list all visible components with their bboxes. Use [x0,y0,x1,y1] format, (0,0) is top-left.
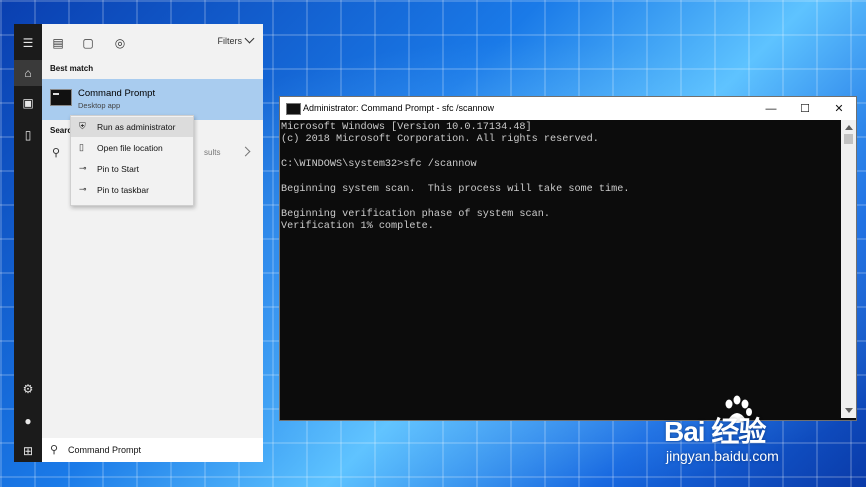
pin-icon: ⊸ [79,163,87,173]
scroll-up-arrow-icon[interactable] [845,125,853,130]
vertical-scrollbar[interactable] [841,120,856,418]
start-menu-panel: ▤ ▢ ◎ Filters Best match Command Prompt … [42,24,263,462]
console-output[interactable]: Microsoft Windows [Version 10.0.17134.48… [280,120,840,420]
search-icon: ⚲ [50,444,59,456]
apps-scope-icon[interactable]: ▤ [50,35,66,51]
filters-dropdown[interactable]: Filters [217,33,255,46]
best-match-result[interactable]: Command Prompt Desktop app [42,79,263,120]
close-button[interactable]: ✕ [822,97,856,120]
console-line: Beginning verification phase of system s… [281,208,550,220]
minimize-button[interactable]: — [754,97,788,120]
taskbar-search-box[interactable]: ⚲ Command Prompt [42,438,263,462]
home-icon[interactable]: ⌂ [14,60,42,86]
hamburger-menu-icon[interactable]: ☰ [14,30,42,56]
documents-icon[interactable]: ▣ [14,90,42,116]
settings-gear-icon[interactable]: ⚙ [14,376,42,402]
menu-item-label: Pin to Start [97,164,140,174]
search-icon: ⚲ [52,147,61,159]
search-web-heading: Searc [50,126,72,135]
scrollbar-thumb[interactable] [844,134,853,144]
documents-scope-icon[interactable]: ▢ [80,35,96,51]
start-menu-rail: ☰ ⌂ ▣ ▯ ⚙ ● ⊞ [14,24,42,462]
command-prompt-window[interactable]: Administrator: Command Prompt - sfc /sca… [279,96,857,421]
search-input-value[interactable]: Command Prompt [68,445,141,455]
windows-logo-icon[interactable]: ⊞ [14,438,42,464]
window-titlebar[interactable]: Administrator: Command Prompt - sfc /sca… [280,97,856,120]
filters-label: Filters [217,36,243,46]
maximize-button[interactable]: ☐ [788,97,822,120]
menu-item-run-as-administrator[interactable]: ⛨ Run as administrator [71,117,193,137]
file-location-icon: ▯ [79,142,84,152]
result-name: Command Prompt [78,88,156,99]
menu-item-pin-to-taskbar[interactable]: ⊸ Pin to taskbar [71,180,193,200]
console-line: Verification 1% complete. [281,221,434,233]
console-line: C:\WINDOWS\system32>sfc /scannow [281,159,477,171]
console-line: Beginning system scan. This process will… [281,183,630,195]
menu-item-label: Open file location [97,143,163,153]
command-prompt-app-icon [50,89,72,106]
context-menu: ⛨ Run as administrator ▯ Open file locat… [70,115,194,206]
chevron-down-icon [244,33,255,44]
web-scope-globe-icon[interactable]: ◎ [112,35,128,51]
menu-item-label: Pin to taskbar [97,185,149,195]
menu-item-label: Run as administrator [97,122,176,132]
baidu-watermark: Bai 经验 jingyan.baidu.com [664,392,864,482]
search-web-results-text[interactable]: sults [204,148,220,157]
pin-icon: ⊸ [79,184,87,194]
user-icon[interactable]: ● [14,408,42,434]
command-prompt-icon [286,103,301,115]
chevron-right-icon[interactable] [240,146,251,157]
best-match-heading: Best match [50,64,94,73]
device-icon[interactable]: ▯ [14,122,42,148]
console-line: (c) 2018 Microsoft Corporation. All righ… [281,134,599,146]
watermark-brand: Bai 经验 [664,416,766,447]
result-type: Desktop app [78,101,121,110]
menu-item-open-file-location[interactable]: ▯ Open file location [71,138,193,158]
watermark-url: jingyan.baidu.com [666,448,779,464]
search-scope-bar: ▤ ▢ ◎ Filters [42,24,263,62]
menu-item-pin-to-start[interactable]: ⊸ Pin to Start [71,159,193,179]
console-line: Microsoft Windows [Version 10.0.17134.48… [281,122,532,133]
admin-shield-icon: ⛨ [79,121,86,131]
window-title: Administrator: Command Prompt - sfc /sca… [303,103,495,113]
